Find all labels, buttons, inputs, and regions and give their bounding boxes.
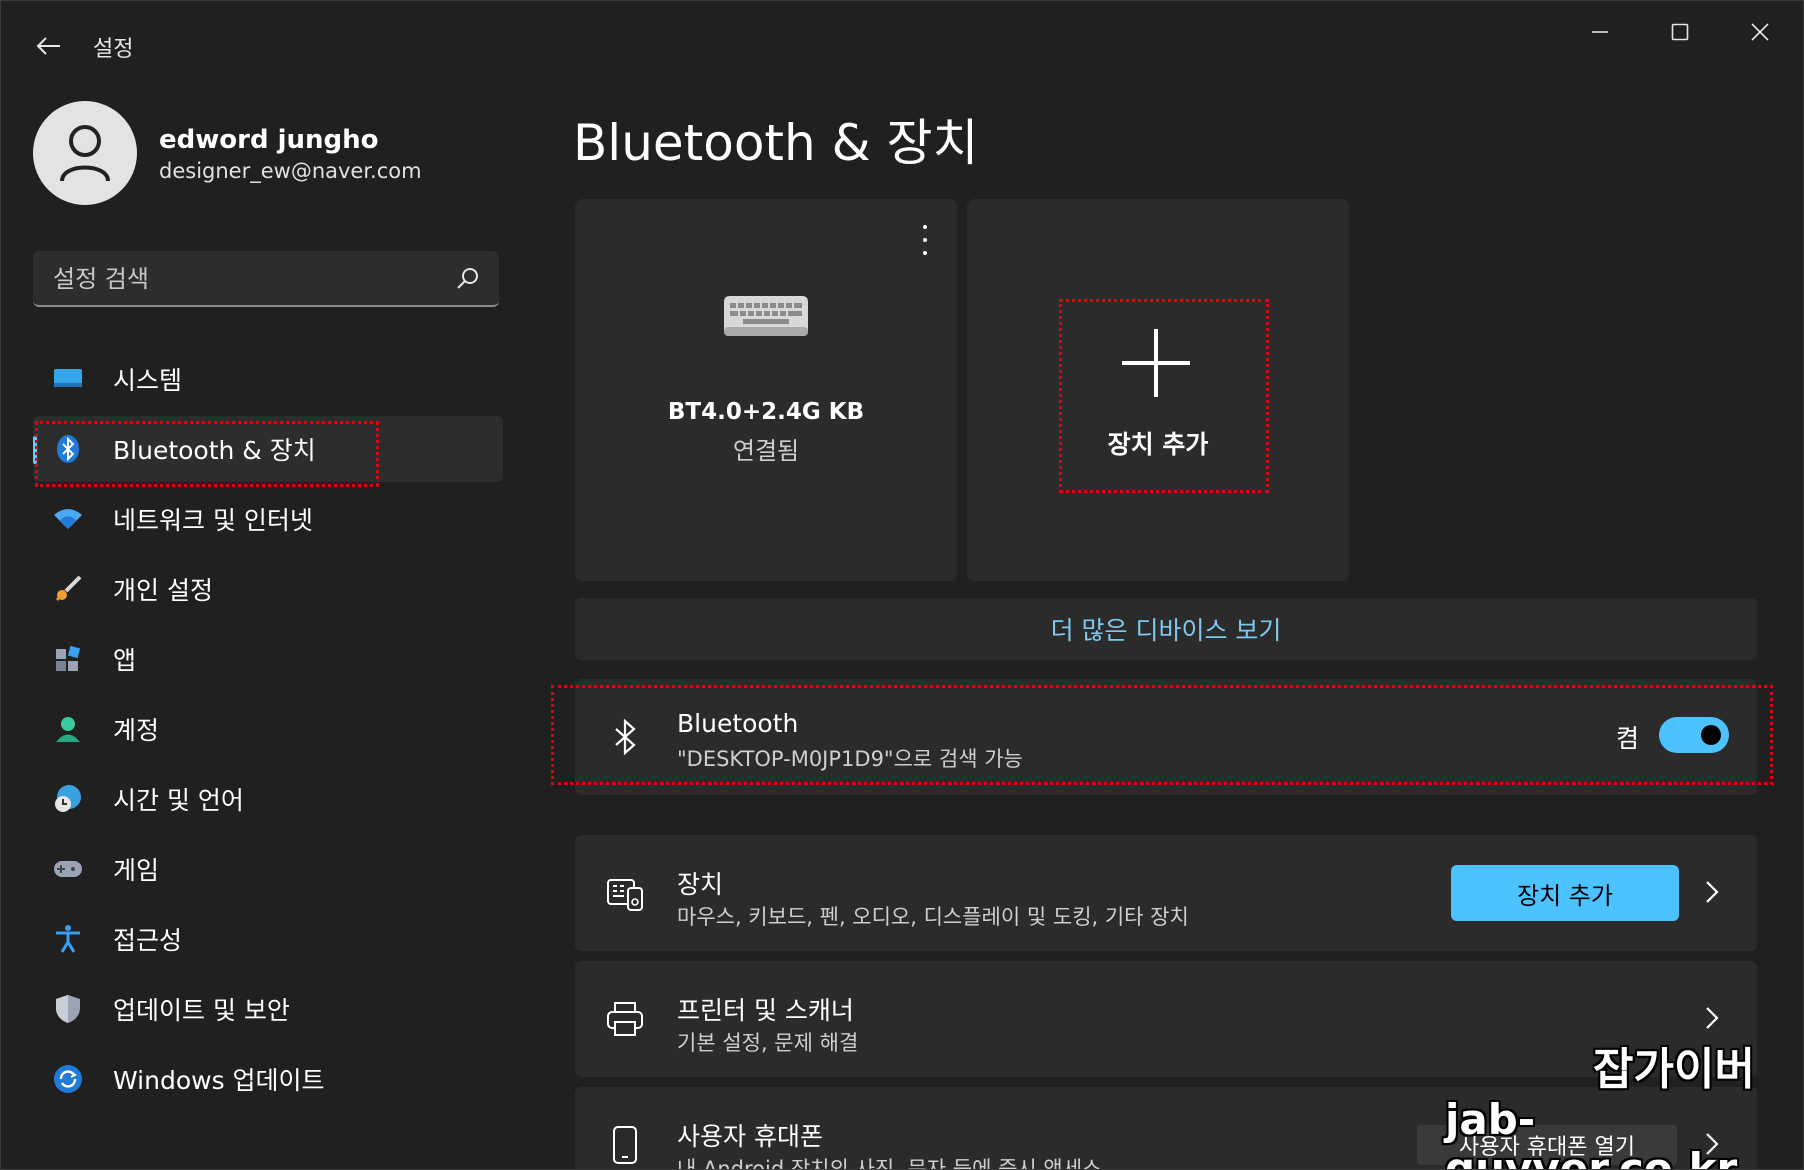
- add-device-card[interactable]: 장치 추가: [967, 199, 1349, 581]
- chevron-right-icon[interactable]: [1697, 877, 1727, 907]
- sidebar-item-label: 개인 설정: [113, 576, 213, 605]
- avatar[interactable]: [33, 101, 137, 205]
- sidebar-item-label: 계정: [113, 716, 160, 745]
- close-icon: [1751, 23, 1769, 41]
- sidebar-item-gaming[interactable]: 게임: [33, 836, 503, 902]
- phone-subtitle: 내 Android 장치의 사진, 문자 등에 즉시 액세스: [677, 1157, 1102, 1170]
- page-title: Bluetooth & 장치: [573, 114, 979, 172]
- printers-subtitle: 기본 설정, 문제 해결: [677, 1031, 859, 1055]
- printer-icon: [605, 999, 645, 1039]
- search-input[interactable]: [51, 251, 455, 307]
- device-name: BT4.0+2.4G KB: [667, 399, 865, 425]
- add-device-label: 장치 추가: [1107, 430, 1209, 459]
- settings-window: 설정 edword jungho designer_ew@naver.com 시…: [0, 0, 1804, 1170]
- add-device-button[interactable]: 장치 추가: [1451, 865, 1679, 921]
- watermark-url: jab-guyver.co.kr: [1445, 1095, 1738, 1170]
- bluetooth-subtitle: "DESKTOP-M0JP1D9"으로 검색 가능: [677, 747, 1023, 771]
- devices-row[interactable]: 장치 마우스, 키보드, 펜, 오디오, 디스플레이 및 도킹, 기타 장치 장…: [575, 835, 1757, 951]
- sidebar-item-label: 접근성: [113, 926, 183, 955]
- account-icon: [51, 712, 85, 746]
- keyboard-icon: [724, 296, 808, 336]
- refresh-icon: [51, 1062, 85, 1096]
- bluetooth-icon: [51, 432, 85, 466]
- sidebar-item-label: Windows 업데이트: [113, 1066, 325, 1095]
- close-button[interactable]: [1731, 15, 1789, 49]
- settings-search: [33, 251, 499, 307]
- device-card[interactable]: BT4.0+2.4G KB 연결됨: [575, 199, 957, 581]
- sidebar-item-system[interactable]: 시스템: [33, 346, 503, 412]
- sidebar-item-update-security[interactable]: 업데이트 및 보안: [33, 976, 503, 1042]
- phone-title: 사용자 휴대폰: [677, 1122, 823, 1151]
- bluetooth-toggle[interactable]: [1659, 717, 1729, 753]
- device-status: 연결됨: [732, 437, 800, 465]
- printers-row[interactable]: 프린터 및 스캐너 기본 설정, 문제 해결: [575, 961, 1757, 1077]
- active-indicator: [33, 436, 37, 464]
- sidebar-item-windows-update[interactable]: Windows 업데이트: [33, 1046, 503, 1112]
- minimize-icon: [1592, 31, 1608, 33]
- system-icon: [51, 362, 85, 396]
- bluetooth-icon: [605, 717, 645, 757]
- plus-icon: [1122, 329, 1190, 397]
- sidebar-item-label: 시간 및 언어: [113, 786, 244, 815]
- title-bar: 설정: [1, 1, 1803, 91]
- devices-icon: [605, 873, 645, 913]
- bluetooth-row: Bluetooth "DESKTOP-M0JP1D9"으로 검색 가능 켬: [575, 679, 1757, 795]
- maximize-button[interactable]: [1651, 15, 1709, 49]
- gamepad-icon: [51, 852, 85, 886]
- profile-email: designer_ew@naver.com: [159, 159, 422, 183]
- watermark-title: 잡가이버: [1593, 1044, 1755, 1095]
- sidebar-nav: 시스템 Bluetooth & 장치 네트워크 및 인터넷 개인 설정 앱 계정…: [33, 346, 503, 1116]
- devices-title: 장치: [677, 870, 724, 899]
- arrow-left-icon: [36, 37, 60, 55]
- wifi-icon: [51, 502, 85, 536]
- more-options-icon[interactable]: [917, 225, 933, 255]
- sidebar-item-network[interactable]: 네트워크 및 인터넷: [33, 486, 503, 552]
- sidebar-item-label: Bluetooth & 장치: [113, 436, 316, 465]
- sidebar-item-time-language[interactable]: 시간 및 언어: [33, 766, 503, 832]
- sidebar-item-label: 업데이트 및 보안: [113, 996, 290, 1025]
- search-icon[interactable]: [455, 265, 481, 291]
- devices-subtitle: 마우스, 키보드, 펜, 오디오, 디스플레이 및 도킹, 기타 장치: [677, 905, 1189, 929]
- sidebar-item-bluetooth[interactable]: Bluetooth & 장치: [33, 416, 503, 482]
- accessibility-icon: [51, 922, 85, 956]
- sidebar-item-label: 시스템: [113, 366, 183, 395]
- back-button[interactable]: [31, 29, 65, 63]
- sidebar-item-accounts[interactable]: 계정: [33, 696, 503, 762]
- toggle-state-label: 켬: [1615, 724, 1639, 753]
- shield-icon: [51, 992, 85, 1026]
- chevron-right-icon[interactable]: [1697, 1003, 1727, 1033]
- sidebar-item-label: 네트워크 및 인터넷: [113, 506, 313, 535]
- sidebar-item-label: 앱: [113, 646, 137, 675]
- user-icon: [60, 125, 110, 182]
- minimize-button[interactable]: [1571, 15, 1629, 49]
- toggle-knob: [1701, 725, 1721, 745]
- sidebar-item-label: 게임: [113, 856, 160, 885]
- apps-icon: [51, 642, 85, 676]
- sidebar-item-apps[interactable]: 앱: [33, 626, 503, 692]
- more-devices-link[interactable]: 더 많은 디바이스 보기: [575, 598, 1757, 660]
- app-title: 설정: [93, 37, 134, 62]
- printers-title: 프린터 및 스캐너: [677, 996, 854, 1025]
- sidebar-item-accessibility[interactable]: 접근성: [33, 906, 503, 972]
- maximize-icon: [1671, 23, 1689, 41]
- sidebar-item-personalization[interactable]: 개인 설정: [33, 556, 503, 622]
- globe-clock-icon: [51, 782, 85, 816]
- bluetooth-title: Bluetooth: [677, 709, 799, 738]
- brush-icon: [51, 572, 85, 606]
- phone-icon: [605, 1125, 645, 1165]
- profile-name: edword jungho: [159, 125, 379, 155]
